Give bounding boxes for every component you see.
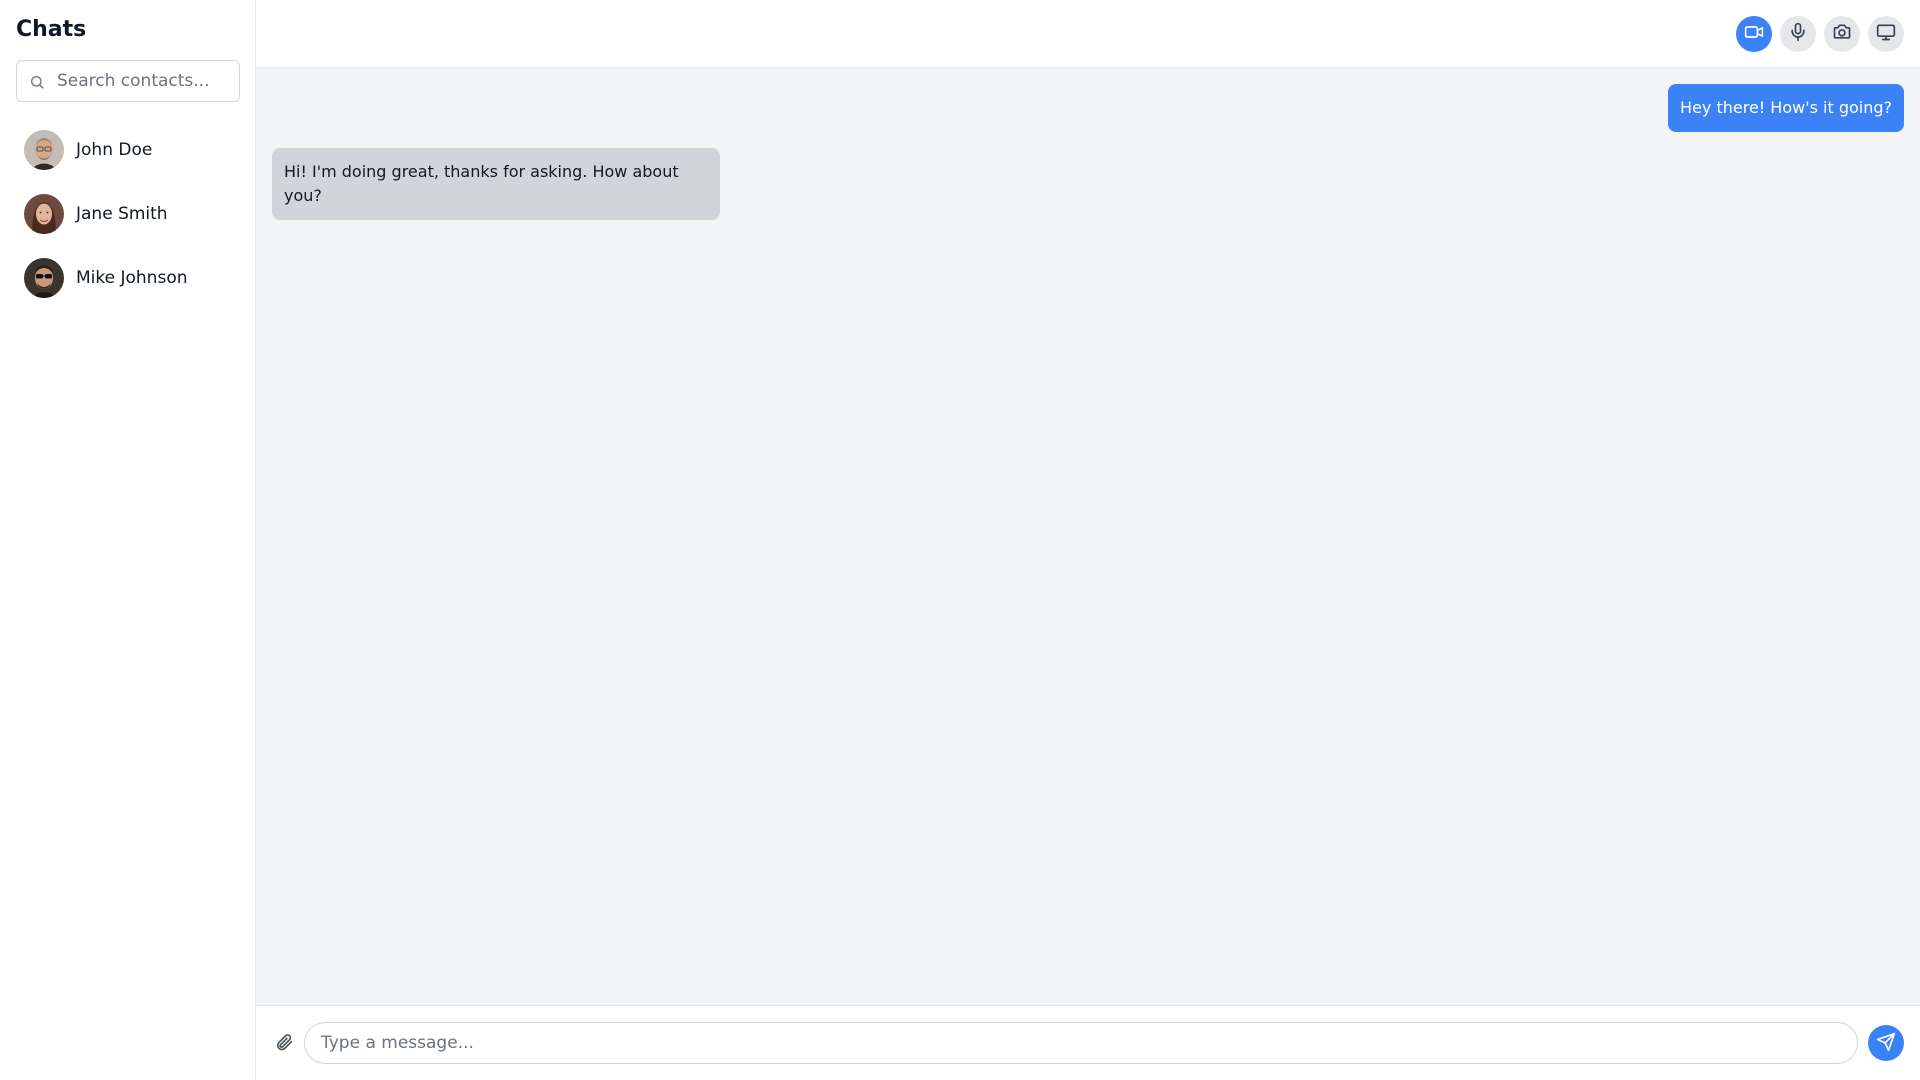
video-call-button[interactable] <box>1736 15 1772 52</box>
contact-item-john-doe[interactable]: John Doe <box>16 118 239 182</box>
message-input[interactable] <box>304 1022 1858 1064</box>
contact-name: Mike Johnson <box>76 268 188 288</box>
search-input[interactable] <box>17 61 239 101</box>
screen-share-button[interactable] <box>1868 15 1904 52</box>
contact-item-jane-smith[interactable]: Jane Smith <box>16 182 239 246</box>
attach-button[interactable] <box>272 1031 296 1055</box>
avatar-jane-smith <box>24 194 64 234</box>
send-icon <box>1876 1032 1896 1055</box>
contact-name: Jane Smith <box>76 204 168 224</box>
camera-icon <box>1832 22 1852 45</box>
sidebar: Chats Search contacts... John Doe Jane S… <box>0 0 256 1080</box>
chat-app: Chats Search contacts... John Doe Jane S… <box>0 0 1920 1080</box>
contact-name: John Doe <box>76 140 153 160</box>
chat-main: Hey there! How's it going? Hi! I'm doing… <box>256 0 1920 1080</box>
monitor-icon <box>1876 22 1896 45</box>
message-row-incoming: Hi! I'm doing great, thanks for asking. … <box>272 148 1904 220</box>
contact-item-mike-johnson[interactable]: Mike Johnson <box>16 246 239 310</box>
avatar-john-doe <box>24 130 64 170</box>
avatar-mike-johnson <box>24 258 64 298</box>
microphone-button[interactable] <box>1780 15 1816 52</box>
message-row-outgoing: Hey there! How's it going? <box>272 84 1904 132</box>
sidebar-title: Chats <box>16 17 87 42</box>
camera-button[interactable] <box>1824 15 1860 52</box>
call-toolbar <box>256 0 1920 68</box>
message-list: Hey there! How's it going? Hi! I'm doing… <box>256 68 1920 1006</box>
paperclip-icon <box>274 1032 294 1055</box>
message-composer <box>256 1006 1920 1080</box>
message-bubble-outgoing: Hey there! How's it going? <box>1668 84 1904 132</box>
microphone-icon <box>1788 22 1808 45</box>
send-button[interactable] <box>1868 1025 1904 1061</box>
contact-list: John Doe Jane Smith Mike Johnson <box>16 118 239 310</box>
message-bubble-incoming: Hi! I'm doing great, thanks for asking. … <box>272 148 720 220</box>
video-camera-icon <box>1744 22 1764 45</box>
search-box <box>16 60 240 102</box>
